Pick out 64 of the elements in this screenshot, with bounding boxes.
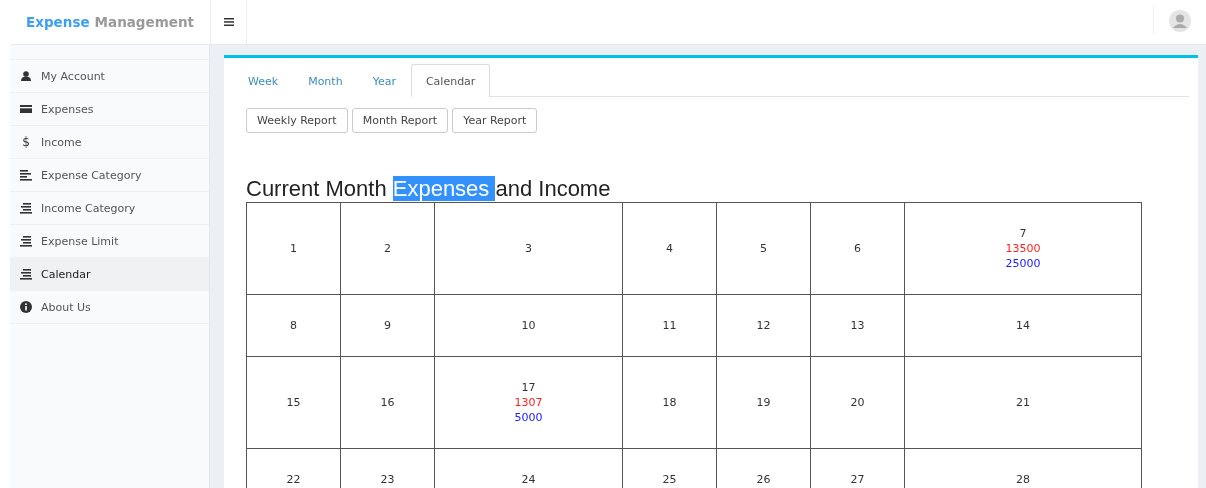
lines-icon <box>20 268 32 280</box>
menu-icon <box>223 18 234 26</box>
day-number: 10 <box>520 318 537 333</box>
day-number: 2 <box>383 241 392 256</box>
day-number: 12 <box>755 318 772 333</box>
sidebar-item[interactable]: My Account <box>10 59 209 92</box>
day-number: 28 <box>1015 472 1031 487</box>
day-number: 22 <box>285 472 302 487</box>
day-number: 9 <box>383 318 392 333</box>
day-number: 20 <box>849 395 866 410</box>
lines-icon <box>20 235 32 247</box>
day-number: 15 <box>285 395 302 410</box>
income-amount: 25000 <box>1004 256 1042 271</box>
page-heading: Current Month Expenses and Income <box>246 176 611 202</box>
sidebar-label: Income Category <box>41 201 136 215</box>
day-number: 1 <box>289 241 298 256</box>
day-number: 14 <box>1015 318 1031 333</box>
sidebar-item[interactable]: Income Category <box>10 191 209 224</box>
day-number: 7 <box>1018 226 1028 241</box>
day-number: 4 <box>665 241 674 256</box>
sidebar-item[interactable]: Expense Category <box>10 158 209 191</box>
day-number: 5 <box>759 241 768 256</box>
day-number: 8 <box>289 318 298 333</box>
logo-text: Expense <box>26 14 90 30</box>
dollar-icon: $ <box>20 135 32 149</box>
sidebar-label: Expense Limit <box>41 234 119 248</box>
report-button[interactable]: Year Report <box>452 108 538 133</box>
sidebar-label: Expense Category <box>41 168 142 182</box>
day-number: 13 <box>849 318 866 333</box>
sidebar-label: Calendar <box>41 267 91 281</box>
day-number: 26 <box>755 472 772 487</box>
day-number: 24 <box>520 472 537 487</box>
sidebar-label: My Account <box>41 69 105 83</box>
day-number: 17 <box>520 380 537 395</box>
user-icon <box>20 70 32 82</box>
tab[interactable]: Calendar <box>410 64 491 97</box>
income-amount: 5000 <box>513 410 544 425</box>
report-button[interactable]: Weekly Report <box>246 108 348 133</box>
day-number: 11 <box>661 318 678 333</box>
lines-icon <box>20 202 32 214</box>
day-number: 23 <box>379 472 396 487</box>
sidebar-label: Income <box>41 135 82 149</box>
day-number: 27 <box>849 472 866 487</box>
expense-amount: 13500 <box>1004 241 1042 256</box>
align-left-icon <box>20 169 32 181</box>
day-number: 6 <box>853 241 862 256</box>
day-number: 19 <box>755 395 772 410</box>
credit-card-icon <box>20 103 32 115</box>
sidebar-item[interactable]: Expenses <box>10 92 209 125</box>
menu-button[interactable] <box>210 0 247 44</box>
info-icon <box>20 301 32 313</box>
day-number: 3 <box>524 241 533 256</box>
sidebar-item[interactable]: Calendar <box>10 257 209 290</box>
day-number: 21 <box>1015 395 1031 410</box>
sidebar-label: About Us <box>41 300 91 314</box>
expense-amount: 1307 <box>513 395 544 410</box>
day-number: 25 <box>661 472 678 487</box>
sidebar-label: Expenses <box>41 102 94 116</box>
day-number: 16 <box>379 395 396 410</box>
sidebar-item[interactable]: About Us <box>10 290 209 324</box>
sidebar-item[interactable]: $ Income <box>10 125 209 158</box>
logo-text: Management <box>94 14 194 30</box>
report-button[interactable]: Month Report <box>351 108 449 133</box>
day-number: 18 <box>661 395 678 410</box>
